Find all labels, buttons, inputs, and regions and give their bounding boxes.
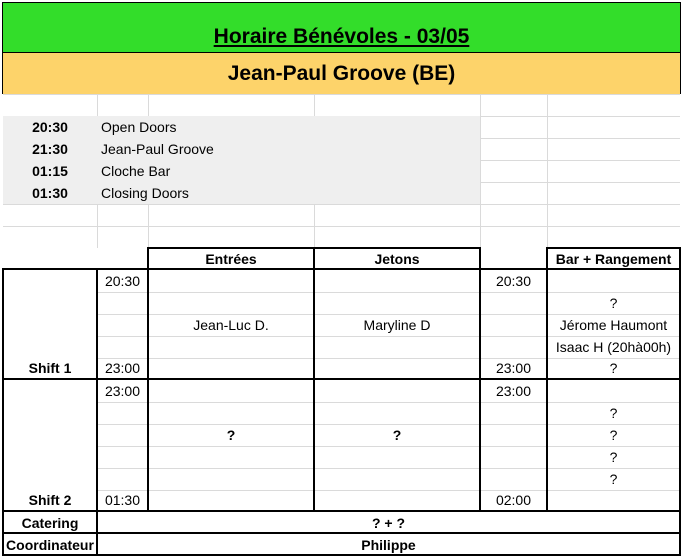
title-row[interactable]: Horaire Bénévoles - 03/05 — [3, 3, 680, 52]
schedule-label[interactable]: Closing Doors — [97, 182, 314, 204]
coordinateur-value[interactable]: Philippe — [97, 534, 680, 555]
shift1-jetons[interactable]: Maryline D — [314, 314, 480, 336]
header-entrees[interactable]: Entrées — [148, 248, 314, 269]
shift1-end-left[interactable]: 23:00 — [97, 358, 148, 378]
shift2-bar-3[interactable]: ? — [547, 446, 680, 468]
shift2-bar-2[interactable]: ? — [547, 424, 680, 446]
sheet-title: Horaire Bénévoles - 03/05 — [213, 24, 470, 48]
catering-label[interactable]: Catering — [3, 512, 97, 533]
shift1-bar-4[interactable]: ? — [547, 358, 680, 378]
shift1-entrees[interactable]: Jean-Luc D. — [148, 314, 314, 336]
band-name: Jean-Paul Groove (BE) — [227, 61, 456, 85]
schedule-label[interactable]: Cloche Bar — [97, 160, 314, 182]
shift2-jetons[interactable]: ? — [314, 424, 480, 446]
header-jetons[interactable]: Jetons — [314, 248, 480, 269]
band-row[interactable]: Jean-Paul Groove (BE) — [3, 53, 680, 94]
shift1-label[interactable]: Shift 1 — [3, 358, 97, 378]
shift2-bar-4[interactable]: ? — [547, 468, 680, 490]
shift2-end-left[interactable]: 01:30 — [97, 490, 148, 510]
shift1-start-left[interactable]: 20:30 — [97, 270, 148, 292]
shift1-end-right[interactable]: 23:00 — [480, 358, 547, 378]
shift1-bar-3[interactable]: Isaac H (20hà00h) — [547, 336, 680, 358]
shift2-end-right[interactable]: 02:00 — [480, 490, 547, 510]
shift2-entrees[interactable]: ? — [148, 424, 314, 446]
shift1-bar-1[interactable]: ? — [547, 292, 680, 314]
shift2-start-right[interactable]: 23:00 — [480, 380, 547, 402]
schedule-label[interactable]: Jean-Paul Groove — [97, 138, 314, 160]
schedule-time[interactable]: 01:15 — [3, 160, 97, 182]
header-bar-rangement[interactable]: Bar + Rangement — [547, 248, 680, 269]
schedule-time[interactable]: 20:30 — [3, 116, 97, 138]
schedule-label[interactable]: Open Doors — [97, 116, 314, 138]
shift1-start-right[interactable]: 20:30 — [480, 270, 547, 292]
schedule-time[interactable]: 01:30 — [3, 182, 97, 204]
catering-value[interactable]: ? + ? — [97, 512, 680, 533]
shift1-bar-2[interactable]: Jérome Haumont — [547, 314, 680, 336]
schedule-time[interactable]: 21:30 — [3, 138, 97, 160]
coordinateur-label[interactable]: Coordinateur — [3, 534, 97, 555]
shift2-bar-1[interactable]: ? — [547, 402, 680, 424]
shift2-label[interactable]: Shift 2 — [3, 490, 97, 510]
shift2-start-left[interactable]: 23:00 — [97, 380, 148, 402]
